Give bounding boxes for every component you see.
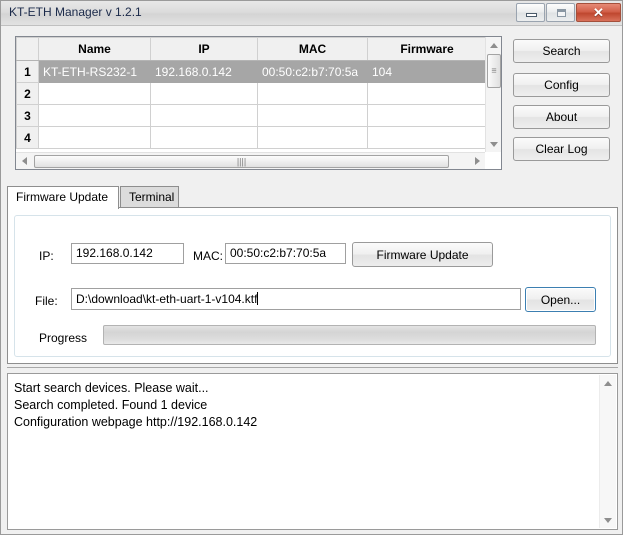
table-row[interactable]: 1 KT-ETH-RS232-1 192.168.0.142 00:50:c2:… [16, 60, 486, 83]
table-row[interactable]: 2 [16, 82, 486, 105]
device-table-body: 1 KT-ETH-RS232-1 192.168.0.142 00:50:c2:… [16, 60, 486, 149]
log-text: Start search devices. Please wait... Sea… [14, 381, 258, 429]
log-scroll-up-icon[interactable] [600, 375, 616, 391]
row-number[interactable]: 2 [16, 82, 39, 105]
title-bar: KT-ETH Manager v 1.2.1 ✕ [1, 1, 622, 26]
device-table: Name IP MAC Firmware 1 KT-ETH-RS232-1 19… [16, 37, 486, 149]
cell-firmware[interactable] [367, 126, 486, 149]
column-header-rownum[interactable] [16, 37, 39, 61]
search-button[interactable]: Search [513, 39, 610, 63]
cell-ip[interactable] [150, 104, 258, 127]
window-controls: ✕ [515, 3, 621, 22]
firmware-update-button[interactable]: Firmware Update [352, 242, 493, 267]
cell-name[interactable] [38, 104, 151, 127]
cell-firmware[interactable] [367, 82, 486, 105]
cell-ip[interactable]: 192.168.0.142 [150, 60, 258, 83]
scroll-up-icon[interactable] [486, 37, 502, 53]
config-button[interactable]: Config [513, 73, 610, 97]
scroll-thumb-grip: |||| [236, 156, 247, 166]
log-separator [7, 367, 618, 371]
device-table-container: Name IP MAC Firmware 1 KT-ETH-RS232-1 19… [15, 36, 502, 170]
column-header-mac[interactable]: MAC [257, 37, 368, 61]
close-button[interactable]: ✕ [576, 3, 621, 22]
table-horizontal-scrollbar[interactable]: |||| [16, 152, 485, 169]
scroll-thumb-grip: ≡ [491, 65, 497, 76]
table-row[interactable]: 3 [16, 104, 486, 127]
vertical-scroll-thumb[interactable]: ≡ [487, 54, 501, 88]
mac-input[interactable]: 00:50:c2:b7:70:5a [225, 243, 346, 264]
open-file-button[interactable]: Open... [525, 287, 596, 312]
cell-mac[interactable] [257, 82, 368, 105]
clear-log-button[interactable]: Clear Log [513, 137, 610, 161]
log-panel[interactable]: Start search devices. Please wait... Sea… [7, 373, 618, 530]
row-number[interactable]: 4 [16, 126, 39, 149]
table-header-row: Name IP MAC Firmware [16, 37, 486, 61]
cell-mac[interactable]: 00:50:c2:b7:70:5a [257, 60, 368, 83]
cell-mac[interactable] [257, 126, 368, 149]
ip-input[interactable]: 192.168.0.142 [71, 243, 184, 264]
cell-ip[interactable] [150, 126, 258, 149]
app-window: KT-ETH Manager v 1.2.1 ✕ Name IP MAC Fir… [0, 0, 623, 535]
row-number[interactable]: 1 [16, 60, 39, 83]
text-caret [257, 292, 259, 305]
file-label: File: [35, 294, 58, 308]
scroll-left-icon[interactable] [16, 153, 32, 169]
device-table-viewport: Name IP MAC Firmware 1 KT-ETH-RS232-1 19… [16, 37, 486, 152]
mac-label: MAC: [193, 249, 223, 263]
horizontal-scroll-thumb[interactable]: |||| [34, 155, 449, 168]
column-header-name[interactable]: Name [38, 37, 151, 61]
row-number[interactable]: 3 [16, 104, 39, 127]
log-vertical-scrollbar[interactable] [599, 375, 616, 528]
window-title: KT-ETH Manager v 1.2.1 [9, 5, 142, 19]
ip-label: IP: [39, 249, 54, 263]
maximize-button[interactable] [546, 3, 575, 22]
cell-name[interactable] [38, 82, 151, 105]
cell-name[interactable]: KT-ETH-RS232-1 [38, 60, 151, 83]
scroll-down-icon[interactable] [486, 136, 502, 152]
tab-firmware-update[interactable]: Firmware Update [7, 186, 119, 209]
table-row[interactable]: 4 [16, 126, 486, 149]
progress-bar [103, 325, 596, 345]
tab-bar: Firmware Update Terminal [7, 186, 618, 209]
tab-terminal[interactable]: Terminal [120, 186, 179, 208]
column-header-firmware[interactable]: Firmware [367, 37, 486, 61]
progress-label: Progress [39, 331, 88, 345]
about-button[interactable]: About [513, 105, 610, 129]
cell-mac[interactable] [257, 104, 368, 127]
cell-firmware[interactable]: 104 [367, 60, 486, 83]
firmware-group-box: IP: 192.168.0.142 MAC: 00:50:c2:b7:70:5a… [14, 215, 611, 357]
minimize-button[interactable] [516, 3, 545, 22]
file-path-value: D:\download\kt-eth-uart-1-v104.ktf [76, 292, 258, 306]
scroll-right-icon[interactable] [469, 153, 485, 169]
column-header-ip[interactable]: IP [150, 37, 258, 61]
file-path-input[interactable]: D:\download\kt-eth-uart-1-v104.ktf [71, 288, 521, 310]
close-icon: ✕ [593, 5, 604, 20]
log-scroll-down-icon[interactable] [600, 512, 616, 528]
cell-firmware[interactable] [367, 104, 486, 127]
cell-name[interactable] [38, 126, 151, 149]
cell-ip[interactable] [150, 82, 258, 105]
table-vertical-scrollbar[interactable]: ≡ [485, 37, 501, 152]
firmware-update-panel: IP: 192.168.0.142 MAC: 00:50:c2:b7:70:5a… [7, 207, 618, 364]
